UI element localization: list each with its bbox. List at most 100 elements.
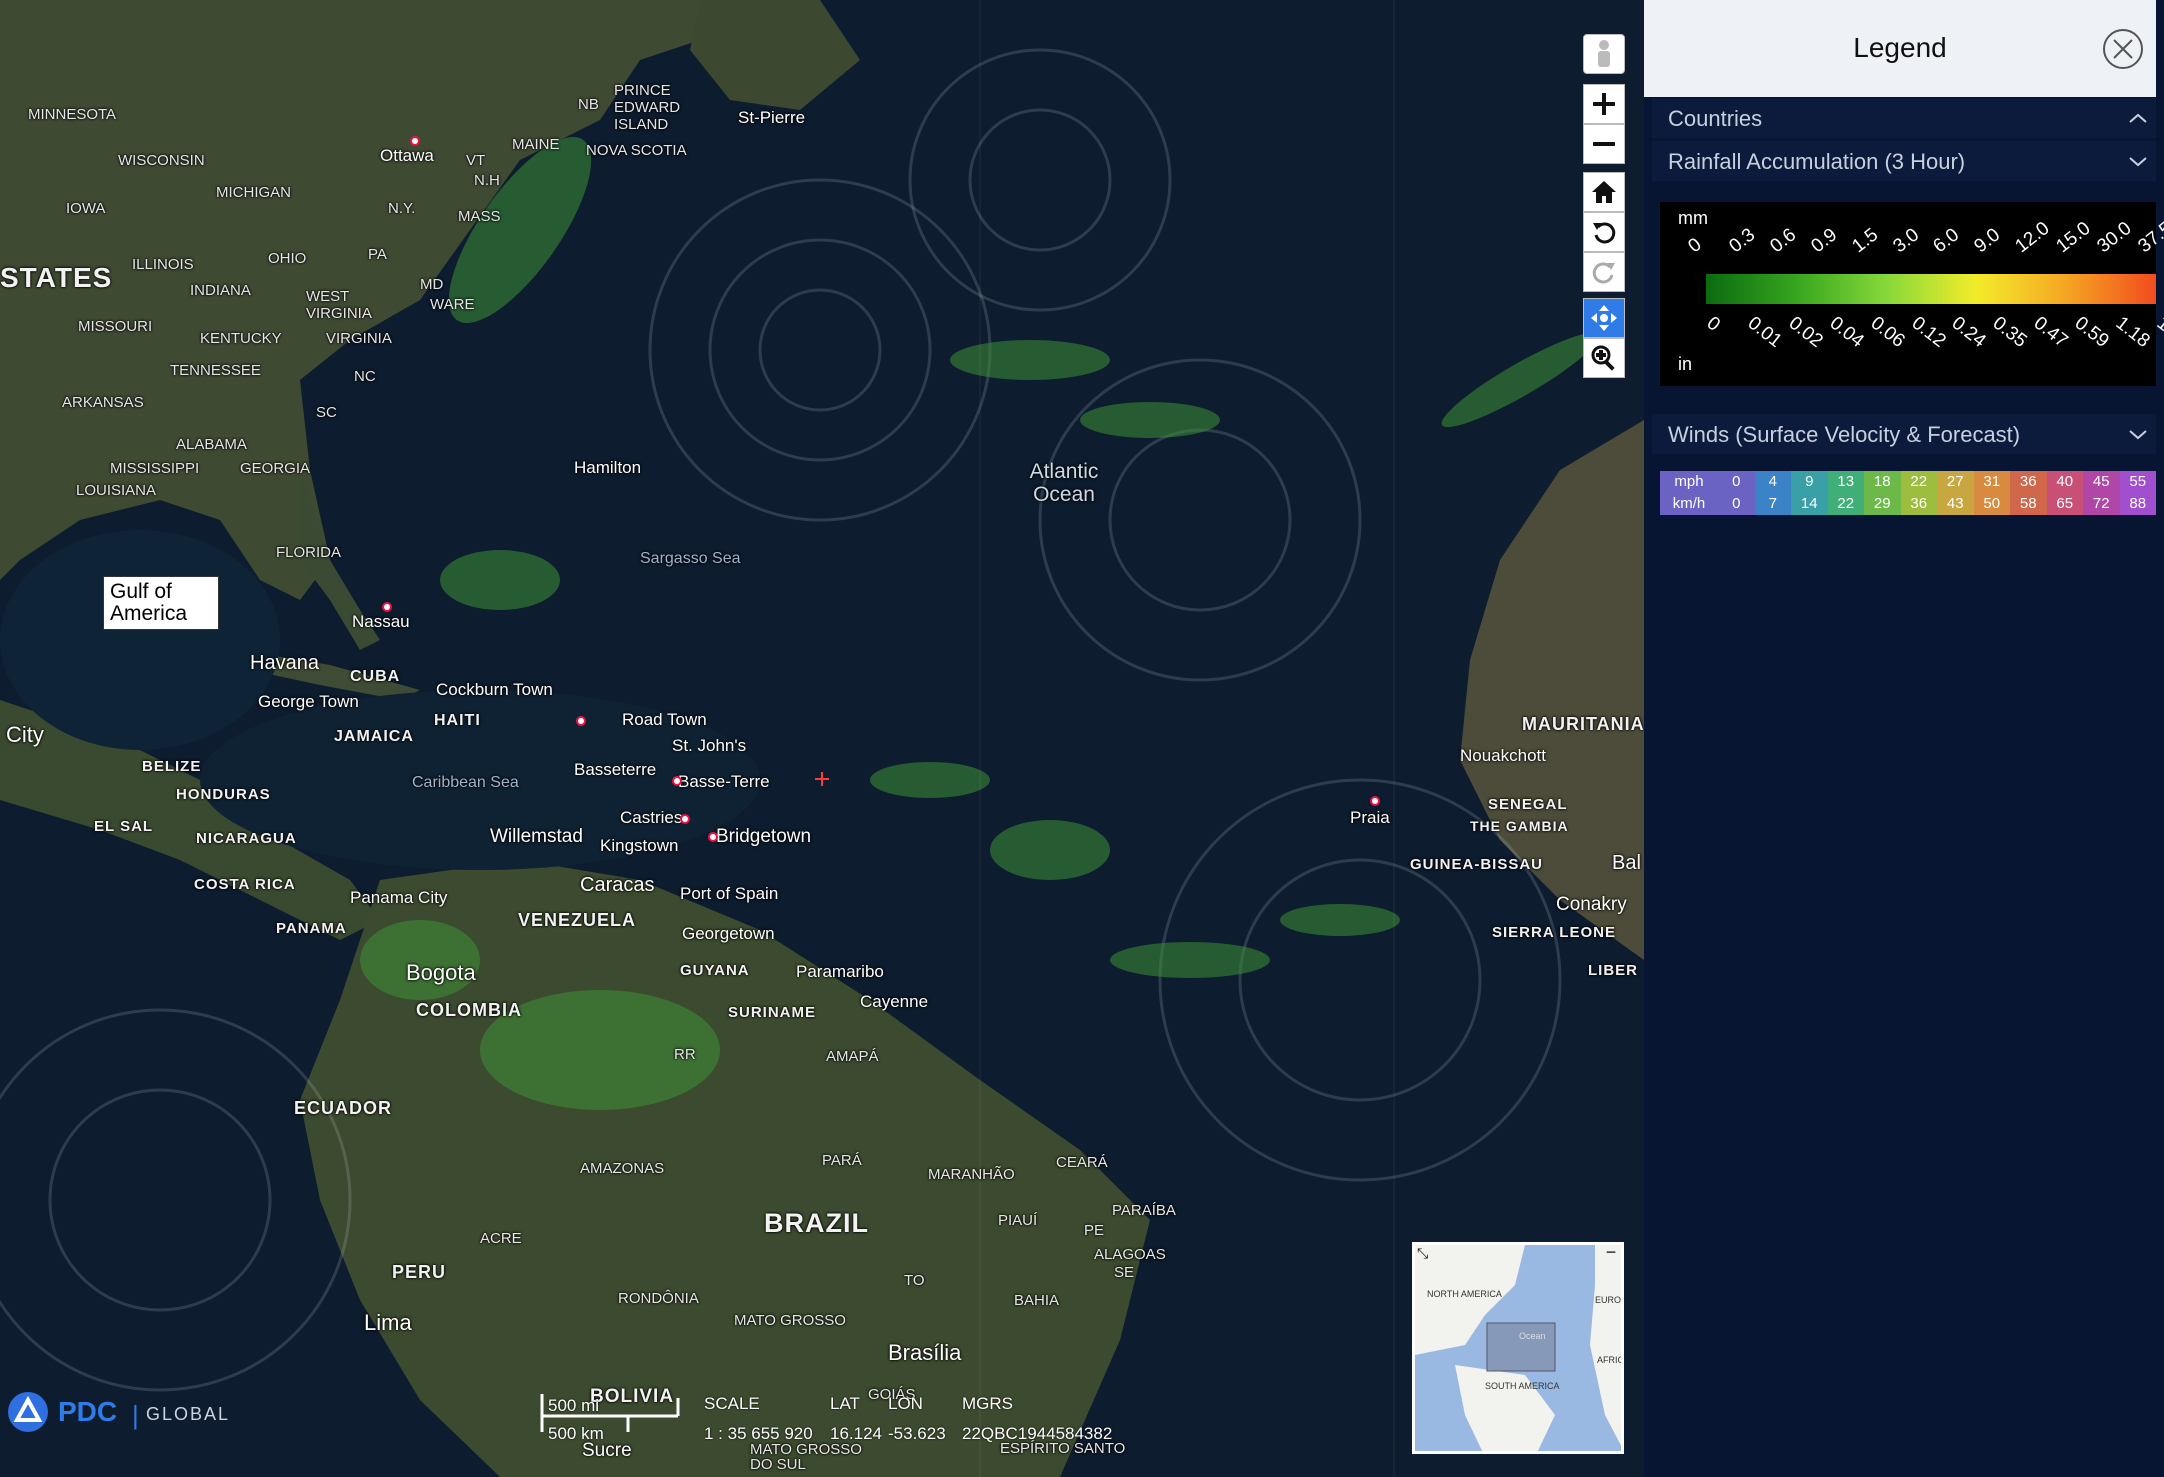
map-label-state: PE <box>1084 1222 1105 1239</box>
overview-map-graphic <box>1415 1245 1621 1451</box>
map-label-country: VENEZUELA <box>518 910 637 930</box>
rainfall-in-tick: 0.01 <box>1743 312 1786 352</box>
wind-kmh-value: 72 <box>2083 493 2120 515</box>
rainfall-in-tick: 0.47 <box>2029 312 2072 352</box>
overview-label: EUROPE <box>1595 1295 1622 1305</box>
wind-kmh-value: 7 <box>1754 493 1791 515</box>
wind-mph-value: 31 <box>1973 471 2010 493</box>
map-label-ocean: Atlantic Ocean <box>1014 460 1114 506</box>
overview-label: AFRICA <box>1597 1355 1624 1365</box>
map-label-state: MINNESOTA <box>28 106 117 123</box>
map-label-country: CUBA <box>350 668 401 685</box>
home-button[interactable] <box>1583 172 1625 212</box>
map-label-state: ARKANSAS <box>62 394 144 411</box>
pan-button[interactable] <box>1583 298 1625 338</box>
map-label-state: SE <box>1114 1264 1135 1281</box>
map-label-sea: Caribbean Sea <box>412 774 519 791</box>
overview-label: SOUTH AMERICA <box>1485 1381 1560 1391</box>
rainfall-mm-tick: 12.0 <box>2011 217 2054 258</box>
map-label-country: GUYANA <box>680 962 750 979</box>
map-label-country: LIBER <box>1588 962 1638 979</box>
rotate-right-button[interactable] <box>1583 252 1625 292</box>
close-icon <box>2103 29 2143 69</box>
section-label: Rainfall Accumulation (3 Hour) <box>1668 149 1966 174</box>
map-label-state: MAINE <box>512 136 560 153</box>
zoom-out-button[interactable] <box>1583 124 1625 164</box>
chevron-down-icon <box>2129 430 2147 440</box>
map-label-state: VT <box>466 152 486 169</box>
map-label-city: Cayenne <box>860 992 929 1011</box>
map-label-country: STATES <box>0 262 113 293</box>
rotate-cw-icon <box>1592 262 1615 284</box>
map-label-city: Ottawa <box>380 146 434 165</box>
map-label-city: Brasília <box>888 1340 962 1365</box>
map-label-country: BELIZE <box>142 758 202 775</box>
legend-section-winds[interactable]: Winds (Surface Velocity & Forecast) <box>1668 414 2148 454</box>
map-label-city: Basseterre <box>574 760 657 779</box>
map-label-state: RR <box>674 1046 696 1063</box>
overview-label: NORTH AMERICA <box>1427 1289 1502 1299</box>
map-label-city: Castries <box>620 808 683 827</box>
expand-icon[interactable]: ⤡ <box>1417 1245 1433 1261</box>
minus-icon <box>1593 142 1615 146</box>
wind-kmh-value: 29 <box>1864 493 1901 515</box>
map-label-city: Nassau <box>352 612 410 631</box>
map-label-state: PA <box>368 246 387 263</box>
map-label-city: Bogota <box>406 960 476 985</box>
map-label-country: SIERRA LEONE <box>1492 924 1616 941</box>
map-label-country: HONDURAS <box>176 786 271 803</box>
city-marker <box>382 602 392 612</box>
plus-icon <box>1593 93 1615 115</box>
close-legend-button[interactable] <box>2102 28 2144 70</box>
map-label-country: COLOMBIA <box>416 1000 522 1020</box>
map-label-city: Lima <box>364 1310 412 1335</box>
wind-mph-value: 22 <box>1900 471 1937 493</box>
gulf-water <box>0 530 280 750</box>
map-label-country: HAITI <box>434 712 481 729</box>
map-label-state: GEORGIA <box>240 460 311 477</box>
wind-mph-value: 45 <box>2083 471 2120 493</box>
street-view-button[interactable] <box>1583 34 1625 74</box>
map-label-state: FLORIDA <box>276 544 342 561</box>
rainfall-in-tick: 0.04 <box>1825 312 1868 352</box>
wind-kmh-value: 50 <box>1973 493 2010 515</box>
map-label-state: MICHIGAN <box>216 184 291 201</box>
rainfall-mm-tick: 1.5 <box>1848 224 1882 258</box>
wind-kmh-value: 14 <box>1791 493 1828 515</box>
wind-kmh-value: 36 <box>1900 493 1937 515</box>
legend-section-countries[interactable]: Countries <box>1668 98 2148 138</box>
zoom-in-button[interactable] <box>1583 84 1625 124</box>
gulf-label: Gulf of America <box>103 576 219 630</box>
mgrs-label: MGRS <box>962 1394 1013 1413</box>
wind-kmh-value: 58 <box>2010 493 2047 515</box>
brand-name: PDC <box>58 1396 118 1427</box>
map-label-state: MATO GROSSO DO SUL <box>750 1441 862 1473</box>
overview-map[interactable]: NORTH AMERICA EUROPE AFRICA SOUTH AMERIC… <box>1412 1242 1624 1454</box>
map-label-state: ALABAMA <box>176 436 247 453</box>
legend-section-rainfall[interactable]: Rainfall Accumulation (3 Hour) <box>1668 141 2148 181</box>
wind-mph-value: 36 <box>2010 471 2047 493</box>
rainfall-in-tick: 0 <box>1702 312 1724 336</box>
wind-mph-value: 4 <box>1754 471 1791 493</box>
section-label: Countries <box>1668 106 1763 131</box>
rainfall-mm-tick: 3.0 <box>1888 224 1923 258</box>
map-canvas[interactable]: STATES MINNESOTA WISCONSIN MICHIGAN IOWA… <box>0 0 1644 1477</box>
rotate-left-button[interactable] <box>1583 212 1625 252</box>
wind-mph-value: 9 <box>1791 471 1828 493</box>
map-label-state: PIAUÍ <box>998 1212 1038 1229</box>
scale-km: 500 km <box>548 1424 604 1443</box>
winds-legend: mph km/h 0 4 9 13 18 22 27 31 36 40 45 55 0 7 14 22 29 36 43… <box>1660 471 2156 515</box>
ocean-name: Atlantic Ocean <box>1029 460 1099 506</box>
map-label-country: EL SAL <box>94 818 154 835</box>
map-label-state: NOVA SCOTIA <box>586 142 687 159</box>
collapse-overview-button[interactable]: − <box>1603 1245 1619 1261</box>
lon-label: LON <box>888 1394 923 1413</box>
zoom-box-button[interactable] <box>1583 338 1625 378</box>
legend-header: Legend <box>1644 0 2156 97</box>
map-label-city: Paramaribo <box>796 962 884 981</box>
city-marker <box>1370 796 1380 806</box>
map-label-state: MASS <box>458 208 501 225</box>
map-label-city: Caracas <box>580 874 655 896</box>
map-label-state: IOWA <box>66 200 106 217</box>
rainfall-in-tick: 0.59 <box>2070 312 2113 352</box>
